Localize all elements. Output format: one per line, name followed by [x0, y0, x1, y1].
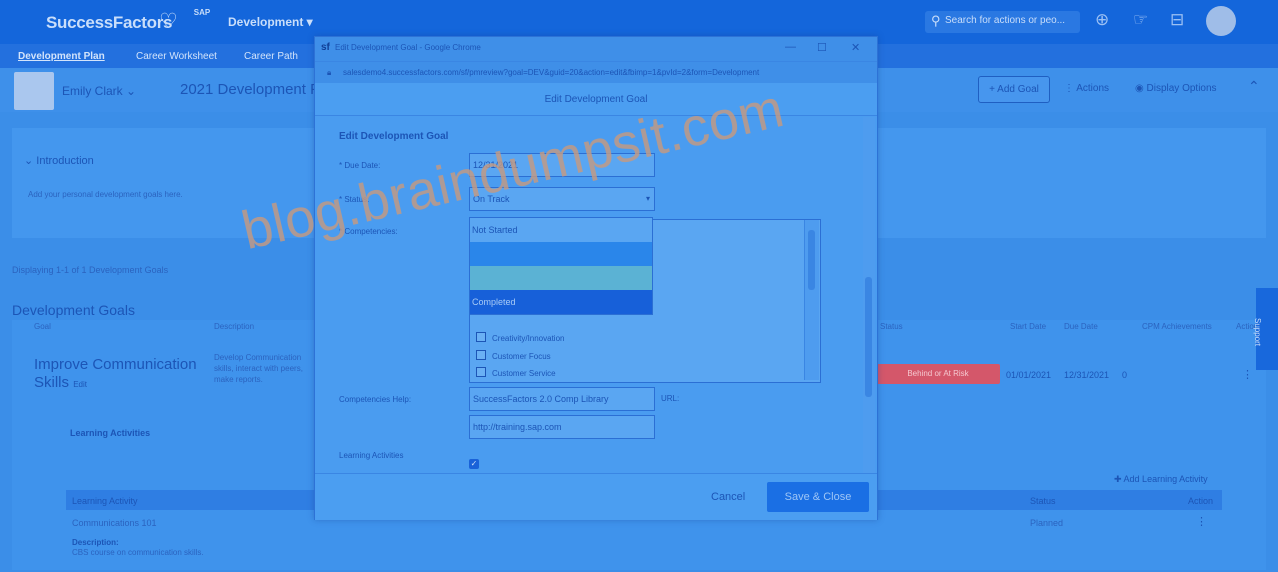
- competencies-help-label: Competencies Help:: [339, 395, 412, 404]
- search-placeholder: Search for actions or peo...: [945, 15, 1066, 26]
- favorites-icon[interactable]: ☞: [1133, 10, 1148, 30]
- column-header-learning-action: Action: [1188, 496, 1214, 506]
- status-badge: Behind or At Risk: [876, 364, 1000, 384]
- support-tab-label: Support: [1253, 318, 1262, 347]
- due-date-input[interactable]: 12/31/2021: [469, 153, 655, 177]
- tab-career-worksheet[interactable]: Career Worksheet: [136, 51, 217, 62]
- save-close-button[interactable]: Save & Close: [767, 482, 869, 512]
- actions-button[interactable]: ⋮ Actions: [1064, 83, 1109, 94]
- goal-due-date: 12/31/2021: [1064, 370, 1110, 380]
- learning-activity-name[interactable]: Communications 101: [72, 518, 157, 528]
- column-header-goal: Goal: [34, 322, 51, 331]
- checkbox[interactable]: [476, 367, 486, 377]
- tab-development-plan[interactable]: Development Plan: [18, 51, 105, 62]
- goal-edit-link[interactable]: Edit: [73, 380, 87, 389]
- dialog-header-title: Edit Development Goal: [544, 94, 648, 105]
- learning-description-text: CBS course on communication skills.: [72, 548, 204, 557]
- column-header-learning-status: Status: [1030, 496, 1056, 506]
- chevron-down-icon: ▾: [645, 194, 650, 203]
- display-options-button[interactable]: ◉ Display Options: [1135, 83, 1217, 94]
- form-title: Edit Development Goal: [339, 131, 449, 142]
- add-learning-activity-button[interactable]: ✚ Add Learning Activity: [1114, 474, 1208, 485]
- column-header-cpm: CPM Achievements: [1142, 322, 1212, 331]
- learning-activities-heading: Learning Activities: [70, 428, 151, 438]
- column-header-start-date: Start Date: [1010, 322, 1047, 331]
- learning-activity-menu[interactable]: ⋮: [1196, 515, 1207, 528]
- heart-logo-icon: ♡: [159, 10, 178, 33]
- form-scrollbar[interactable]: [863, 117, 875, 473]
- column-header-due-date: Due Date: [1064, 322, 1098, 331]
- dialog-footer: Cancel Save & Close: [315, 473, 877, 520]
- brand-logo[interactable]: SuccessFactors: [46, 13, 173, 33]
- status-label: * Status:: [339, 195, 370, 204]
- competency-item[interactable]: Creativity/Innovation: [476, 332, 564, 343]
- checkbox[interactable]: [476, 350, 486, 360]
- popup-url-bar[interactable]: 🔒︎ salesdemo4.successfactors.com/sf/pmre…: [315, 61, 877, 84]
- competency-item[interactable]: Customer Focus: [476, 350, 551, 361]
- collapse-icon[interactable]: ⌃: [1248, 78, 1260, 95]
- goal-cpm-achievements: 0: [1122, 370, 1128, 380]
- goal-action-menu[interactable]: ⋮: [1242, 368, 1253, 381]
- competencies-label: * Competencies:: [339, 227, 398, 236]
- search-input[interactable]: ⚲ Search for actions or peo...: [925, 11, 1080, 33]
- add-goal-button[interactable]: + Add Goal: [978, 76, 1050, 103]
- page-title: 2021 Development Pl: [180, 81, 324, 98]
- search-icon: ⚲: [931, 13, 941, 28]
- status-option-behind[interactable]: [470, 266, 652, 290]
- popup-titlebar[interactable]: sf Edit Development Goal - Google Chrome…: [315, 37, 877, 61]
- popup-url: salesdemo4.successfactors.com/sf/pmrevie…: [343, 68, 760, 77]
- sf-favicon-icon: sf: [321, 42, 330, 53]
- cancel-button[interactable]: Cancel: [711, 491, 745, 503]
- goals-heading: Development Goals: [12, 302, 135, 318]
- tab-career-path[interactable]: Career Path: [244, 51, 298, 62]
- sap-logo: SAP: [193, 8, 211, 17]
- competencies-scrollbar[interactable]: [804, 220, 819, 380]
- goal-description: Develop Communication skills, interact w…: [214, 353, 303, 384]
- status-dropdown[interactable]: Not Started Completed: [469, 217, 653, 315]
- avatar[interactable]: [1206, 6, 1236, 36]
- user-selector[interactable]: Emily Clark ⌄: [62, 84, 136, 98]
- column-header-status: Status: [880, 322, 903, 331]
- status-option-completed[interactable]: Completed: [470, 290, 652, 314]
- learning-activity-status: Planned: [1030, 518, 1064, 528]
- goal-title[interactable]: Improve Communication Skills Edit: [34, 356, 204, 394]
- popup-window-title: Edit Development Goal - Google Chrome: [335, 43, 481, 52]
- goal-start-date: 01/01/2021: [1006, 370, 1052, 380]
- module-menu[interactable]: Development ▾: [228, 15, 313, 29]
- scroll-thumb[interactable]: [865, 277, 872, 397]
- competencies-help-input[interactable]: SuccessFactors 2.0 Comp Library: [469, 387, 655, 411]
- scroll-thumb[interactable]: [808, 230, 815, 290]
- close-icon[interactable]: ✕: [851, 41, 860, 54]
- notification-icon[interactable]: ⊕: [1095, 10, 1109, 30]
- status-select-value: On Track: [473, 194, 510, 204]
- user-photo: [14, 72, 54, 110]
- goal-title-text: Improve Communication Skills: [34, 356, 197, 391]
- due-date-label: * Due Date:: [339, 161, 381, 170]
- column-header-description: Description: [214, 322, 255, 331]
- url-label: URL:: [661, 394, 680, 403]
- support-tab[interactable]: Support: [1253, 288, 1278, 370]
- status-select[interactable]: On Track ▾: [469, 187, 655, 211]
- competency-item[interactable]: Customer Service: [476, 367, 556, 378]
- learning-activities-checkbox[interactable]: ✓: [469, 459, 479, 469]
- column-header-learning-activity: Learning Activity: [72, 496, 138, 506]
- status-option-not-started[interactable]: Not Started: [470, 218, 652, 242]
- minimize-icon[interactable]: —: [785, 41, 796, 53]
- learning-activities-label: Learning Activities: [339, 451, 404, 460]
- maximize-icon[interactable]: ☐: [817, 41, 827, 54]
- introduction-toggle[interactable]: ⌄ Introduction: [24, 154, 94, 167]
- url-input[interactable]: http://training.sap.com: [469, 415, 655, 439]
- lock-icon: 🔒︎: [327, 68, 332, 77]
- help-icon[interactable]: ⊟: [1170, 10, 1184, 30]
- status-option-on-track[interactable]: [470, 242, 652, 266]
- dialog-header: Edit Development Goal: [315, 83, 877, 116]
- learning-description-label: Description:: [72, 538, 119, 547]
- checkbox[interactable]: [476, 332, 486, 342]
- goal-count-text: Displaying 1-1 of 1 Development Goals: [12, 265, 169, 275]
- edit-goal-popup-window: sf Edit Development Goal - Google Chrome…: [314, 36, 878, 520]
- introduction-text: Add your personal development goals here…: [28, 190, 183, 199]
